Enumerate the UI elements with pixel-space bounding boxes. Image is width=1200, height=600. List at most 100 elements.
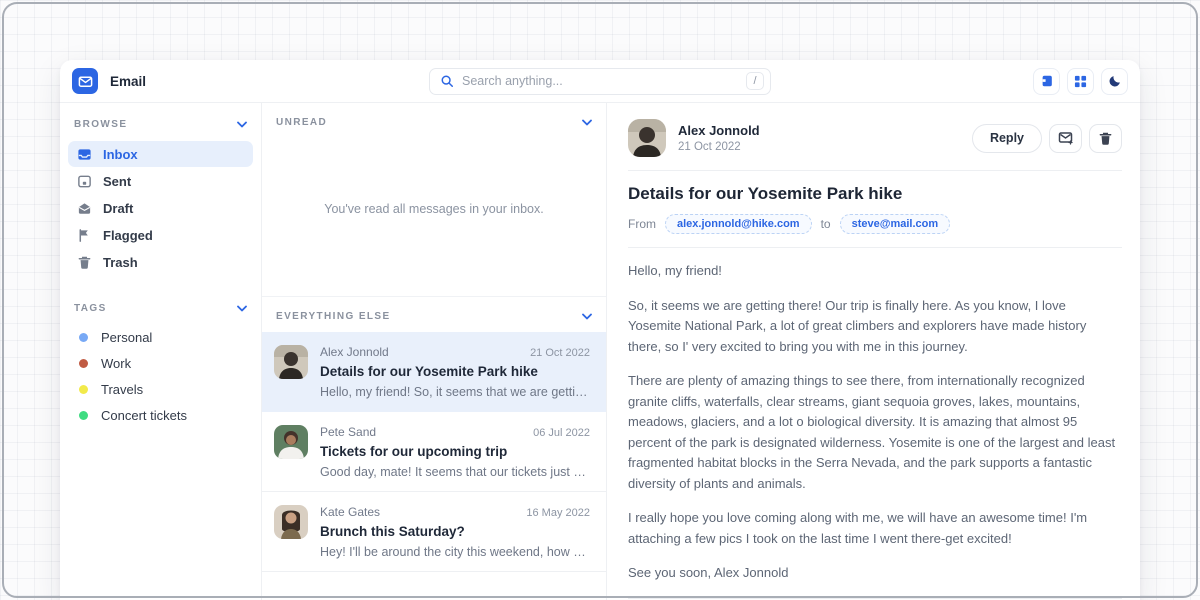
app-logo: [72, 68, 98, 94]
browse-section-header: BROWSE: [60, 105, 261, 140]
email-list-item[interactable]: Kate Gates 16 May 2022 Brunch this Satur…: [262, 492, 606, 572]
tag-label: Work: [101, 356, 131, 371]
email-paragraph: See you soon, Alex Jonnold: [628, 563, 1122, 584]
sidebar-item-draft[interactable]: Draft: [68, 195, 253, 221]
divider: [628, 598, 1122, 599]
trash-icon: [1098, 131, 1113, 146]
email-preview: Good day, mate! It seems that our ticket…: [320, 465, 590, 479]
unread-label: UNREAD: [276, 117, 327, 128]
sidebar-item-label: Trash: [103, 255, 138, 270]
notebook-button[interactable]: [1033, 68, 1060, 95]
tag-label: Travels: [101, 382, 143, 397]
search-bar[interactable]: /: [429, 68, 771, 95]
email-list-item[interactable]: Pete Sand 06 Jul 2022 Tickets for our up…: [262, 412, 606, 492]
unread-section-header: UNREAD: [262, 103, 606, 138]
email-paragraph: So, it seems we are getting there! Our t…: [628, 296, 1122, 358]
tag-item-personal[interactable]: Personal: [68, 325, 253, 350]
sidebar-item-trash[interactable]: Trash: [68, 249, 253, 275]
tags-label: TAGS: [74, 303, 107, 314]
flag-icon: [77, 228, 92, 243]
divider: [628, 247, 1122, 248]
detail-subject: Details for our Yosemite Park hike: [628, 184, 1122, 204]
envelope-logo-icon: [78, 74, 93, 89]
unread-empty-message: You've read all messages in your inbox.: [262, 138, 606, 296]
email-subject: Details for our Yosemite Park hike: [320, 364, 590, 379]
email-subject: Tickets for our upcoming trip: [320, 444, 590, 459]
tag-label: Concert tickets: [101, 408, 187, 423]
email-app-window: Email /: [60, 60, 1140, 600]
header-actions: [1033, 68, 1128, 95]
to-email-chip[interactable]: steve@mail.com: [840, 214, 951, 234]
sidebar-item-label: Sent: [103, 174, 131, 189]
from-label: From: [628, 217, 656, 231]
avatar: [274, 505, 308, 539]
from-email-chip[interactable]: alex.jonnold@hike.com: [665, 214, 812, 234]
dark-mode-button[interactable]: [1101, 68, 1128, 95]
email-paragraph: Hello, my friend!: [628, 261, 1122, 282]
sidebar-item-label: Flagged: [103, 228, 153, 243]
email-sender: Kate Gates: [320, 505, 380, 519]
sent-icon: [77, 174, 92, 189]
apps-grid-button[interactable]: [1067, 68, 1094, 95]
detail-sender: Alex Jonnold: [678, 123, 760, 138]
email-list-item[interactable]: Alex Jonnold 21 Oct 2022 Details for our…: [262, 332, 606, 412]
sidebar-item-label: Draft: [103, 201, 133, 216]
draft-icon: [77, 201, 92, 216]
tag-color-dot: [79, 411, 88, 420]
browse-label: BROWSE: [74, 119, 127, 130]
email-subject: Brunch this Saturday?: [320, 524, 590, 539]
reply-button[interactable]: Reply: [972, 124, 1042, 153]
everything-else-label: EVERYTHING ELSE: [276, 311, 391, 322]
tags-section-header: TAGS: [60, 289, 261, 324]
sidebar-item-inbox[interactable]: Inbox: [68, 141, 253, 167]
detail-header: Alex Jonnold 21 Oct 2022 Reply: [628, 119, 1122, 157]
to-label: to: [821, 217, 831, 231]
search-input[interactable]: [462, 74, 738, 88]
from-to-row: From alex.jonnold@hike.com to steve@mail…: [628, 214, 1122, 234]
email-date: 06 Jul 2022: [533, 427, 590, 439]
email-paragraph: There are plenty of amazing things to se…: [628, 371, 1122, 494]
chevron-down-icon[interactable]: [582, 313, 592, 320]
sidebar-item-flagged[interactable]: Flagged: [68, 222, 253, 248]
inbox-icon: [77, 147, 92, 162]
avatar: [628, 119, 666, 157]
email-body-text: Hello, my friend! So, it seems we are ge…: [628, 261, 1122, 584]
mark-unread-button[interactable]: [1049, 124, 1082, 153]
detail-date: 21 Oct 2022: [678, 141, 760, 153]
chevron-down-icon[interactable]: [237, 305, 247, 312]
app-title: Email: [110, 74, 146, 89]
email-sender: Alex Jonnold: [320, 345, 389, 359]
email-paragraph: I really hope you love coming along with…: [628, 508, 1122, 549]
tag-color-dot: [79, 333, 88, 342]
email-date: 21 Oct 2022: [530, 347, 590, 359]
tag-item-travels[interactable]: Travels: [68, 377, 253, 402]
tag-item-work[interactable]: Work: [68, 351, 253, 376]
tag-color-dot: [79, 359, 88, 368]
delete-button[interactable]: [1089, 124, 1122, 153]
email-date: 16 May 2022: [526, 507, 590, 519]
trash-icon: [77, 255, 92, 270]
tag-label: Personal: [101, 330, 152, 345]
detail-actions: Reply: [972, 124, 1122, 153]
everything-else-section-header: EVERYTHING ELSE: [262, 296, 606, 332]
moon-icon: [1108, 74, 1122, 88]
tag-color-dot: [79, 385, 88, 394]
search-shortcut-badge: /: [746, 72, 764, 90]
tag-item-concert-tickets[interactable]: Concert tickets: [68, 403, 253, 428]
email-preview: Hello, my friend! So, it seems that we a…: [320, 385, 590, 399]
chevron-down-icon[interactable]: [237, 121, 247, 128]
sidebar-item-sent[interactable]: Sent: [68, 168, 253, 194]
sidebar: BROWSE Inbox Sent: [60, 103, 262, 600]
grid-icon: [1074, 75, 1087, 88]
divider: [628, 170, 1122, 171]
email-detail-pane: Alex Jonnold 21 Oct 2022 Reply: [607, 103, 1140, 600]
chevron-down-icon[interactable]: [582, 119, 592, 126]
sidebar-item-label: Inbox: [103, 147, 138, 162]
search-icon: [440, 74, 454, 88]
avatar: [274, 345, 308, 379]
avatar: [274, 425, 308, 459]
email-sender: Pete Sand: [320, 425, 376, 439]
app-header: Email /: [60, 60, 1140, 103]
envelope-plus-icon: [1058, 130, 1074, 146]
email-preview: Hey! I'll be around the city this weeken…: [320, 545, 590, 559]
